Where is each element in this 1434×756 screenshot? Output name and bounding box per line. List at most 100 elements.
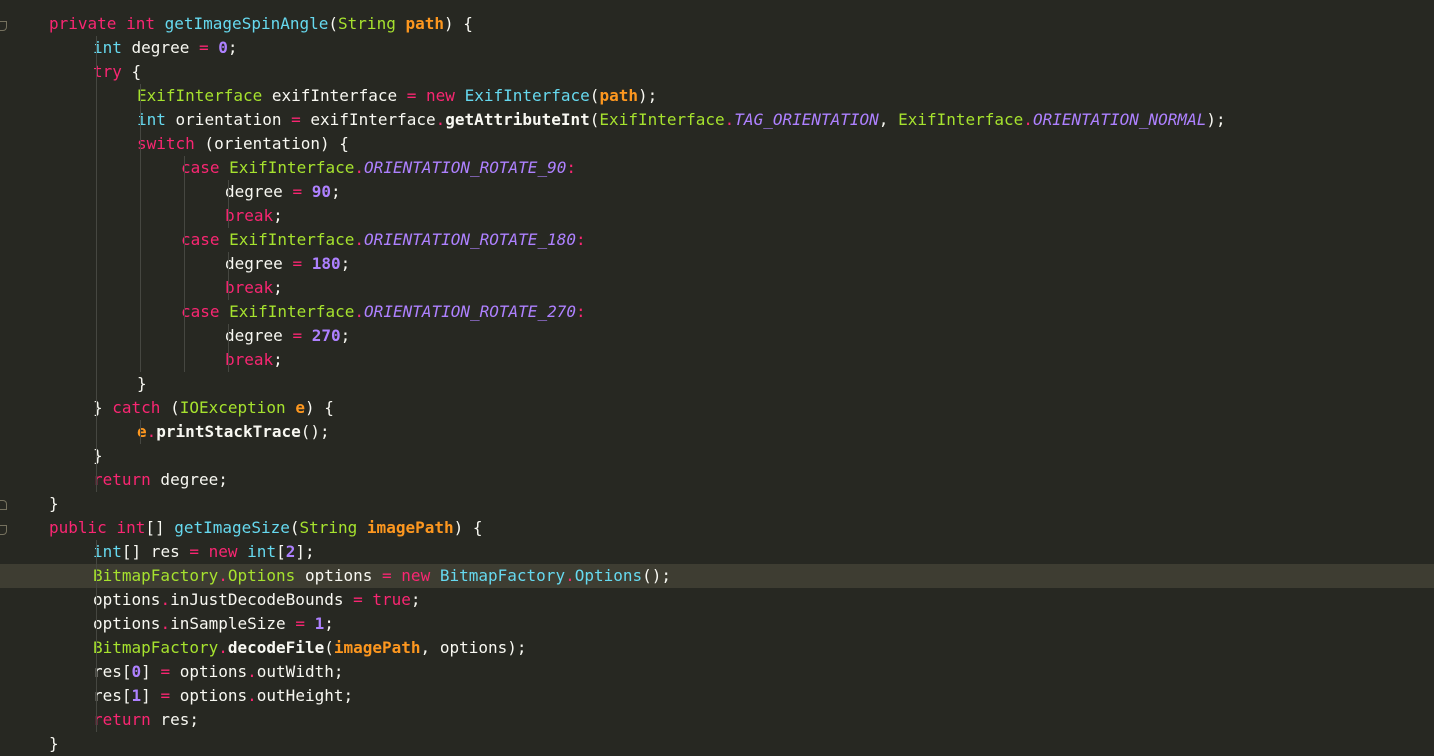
code-line[interactable]: } — [0, 372, 1434, 396]
code-token: ExifInterface — [229, 158, 355, 177]
code-token: ; — [227, 38, 238, 57]
code-token: IOException — [179, 398, 286, 417]
code-token: ; — [324, 614, 334, 633]
code-token: . — [247, 662, 257, 681]
code-token: ) { — [444, 14, 473, 33]
code-line[interactable]: degree = 270; — [0, 324, 1434, 348]
code-token: ; — [340, 254, 351, 273]
code-token: = — [160, 662, 171, 681]
code-token: ( — [160, 398, 180, 417]
code-token: int — [93, 38, 122, 57]
fold-open-icon[interactable] — [0, 12, 10, 36]
code-token: , options); — [420, 638, 527, 657]
code-token: (orientation) { — [194, 134, 349, 153]
code-line[interactable]: res[0] = options.outWidth; — [0, 660, 1434, 684]
code-line[interactable]: int degree = 0; — [0, 36, 1434, 60]
code-text: } — [93, 444, 103, 468]
code-token: = — [291, 110, 301, 129]
code-line[interactable]: break; — [0, 276, 1434, 300]
code-token: int — [116, 518, 146, 537]
code-token: ; — [343, 686, 354, 705]
code-token: : — [575, 230, 586, 249]
code-line[interactable]: degree = 90; — [0, 180, 1434, 204]
code-token: 2 — [285, 542, 296, 561]
code-token: . — [1023, 110, 1033, 129]
indent-guide — [184, 156, 185, 372]
code-line[interactable]: e.printStackTrace(); — [0, 420, 1434, 444]
code-text: } catch (IOException e) { — [93, 396, 334, 420]
code-line[interactable]: private int getImageSpinAngle(String pat… — [0, 12, 1434, 36]
code-line[interactable]: case ExifInterface.ORIENTATION_ROTATE_90… — [0, 156, 1434, 180]
code-token: { — [121, 62, 142, 81]
code-token: BitmapFactory — [93, 638, 219, 657]
code-token: ]; — [295, 542, 315, 561]
code-line[interactable]: options.inSampleSize = 1; — [0, 612, 1434, 636]
code-token: 0 — [131, 662, 142, 681]
code-token: orientation — [165, 110, 292, 129]
code-line[interactable]: break; — [0, 204, 1434, 228]
fold-close-icon[interactable] — [0, 492, 10, 516]
code-token: imagePath — [333, 638, 421, 657]
code-token: true — [372, 590, 411, 609]
code-line[interactable]: return degree; — [0, 468, 1434, 492]
code-token: ) { — [453, 518, 483, 537]
code-token: . — [160, 614, 171, 633]
code-token: path — [405, 14, 444, 33]
code-line[interactable]: break; — [0, 348, 1434, 372]
code-text: } — [49, 732, 59, 756]
code-text: BitmapFactory.decodeFile(imagePath, opti… — [93, 636, 527, 660]
code-line[interactable]: case ExifInterface.ORIENTATION_ROTATE_18… — [0, 228, 1434, 252]
code-line[interactable]: try { — [0, 60, 1434, 84]
code-token: = — [198, 38, 209, 57]
indent-guide — [140, 84, 141, 372]
code-token: res[ — [93, 662, 132, 681]
code-line[interactable]: degree = 180; — [0, 252, 1434, 276]
code-token: printStackTrace — [156, 422, 301, 441]
code-token: case — [181, 230, 220, 249]
code-line[interactable]: return res; — [0, 708, 1434, 732]
code-token: imagePath — [366, 518, 454, 537]
code-line[interactable]: res[1] = options.outHeight; — [0, 684, 1434, 708]
code-token: [] res — [121, 542, 190, 561]
code-token: ; — [273, 206, 283, 225]
code-line[interactable]: ExifInterface exifInterface = new ExifIn… — [0, 84, 1434, 108]
code-token: . — [146, 422, 157, 441]
code-line[interactable]: switch (orientation) { — [0, 132, 1434, 156]
code-line[interactable]: } catch (IOException e) { — [0, 396, 1434, 420]
code-editor[interactable]: private int getImageSpinAngle(String pat… — [0, 0, 1434, 756]
code-token: ; — [273, 350, 283, 369]
code-line[interactable]: case ExifInterface.ORIENTATION_ROTATE_27… — [0, 300, 1434, 324]
code-token: BitmapFactory — [439, 566, 566, 585]
code-line[interactable]: int[] res = new int[2]; — [0, 540, 1434, 564]
code-token: new — [426, 86, 455, 105]
code-line[interactable]: } — [0, 492, 1434, 516]
code-line[interactable]: } — [0, 444, 1434, 468]
code-token: outWidth — [256, 662, 334, 681]
code-text: int orientation = exifInterface.getAttri… — [137, 108, 1226, 132]
code-token: ; — [273, 278, 283, 297]
code-token: . — [435, 110, 446, 129]
code-line[interactable]: BitmapFactory.decodeFile(imagePath, opti… — [0, 636, 1434, 660]
code-line[interactable]: BitmapFactory.Options options = new Bitm… — [0, 564, 1434, 588]
code-token: new — [401, 566, 431, 585]
code-line[interactable]: int orientation = exifInterface.getAttri… — [0, 108, 1434, 132]
code-token: . — [218, 566, 228, 585]
code-token: public — [49, 518, 107, 537]
code-token: int — [247, 542, 277, 561]
code-token: options — [93, 614, 161, 633]
code-token: ] — [141, 662, 161, 681]
code-token: ); — [637, 86, 658, 105]
fold-open-icon[interactable] — [0, 516, 10, 540]
code-token: . — [565, 566, 575, 585]
code-token: inSampleSize — [170, 614, 286, 633]
code-line[interactable]: } — [0, 732, 1434, 756]
code-line[interactable]: options.inJustDecodeBounds = true; — [0, 588, 1434, 612]
code-token: catch — [112, 398, 161, 417]
indent-guide — [228, 180, 229, 228]
code-line[interactable]: public int[] getImageSize(String imagePa… — [0, 516, 1434, 540]
code-text: e.printStackTrace(); — [137, 420, 330, 444]
code-token: . — [247, 686, 257, 705]
code-text: options.inJustDecodeBounds = true; — [93, 588, 421, 612]
